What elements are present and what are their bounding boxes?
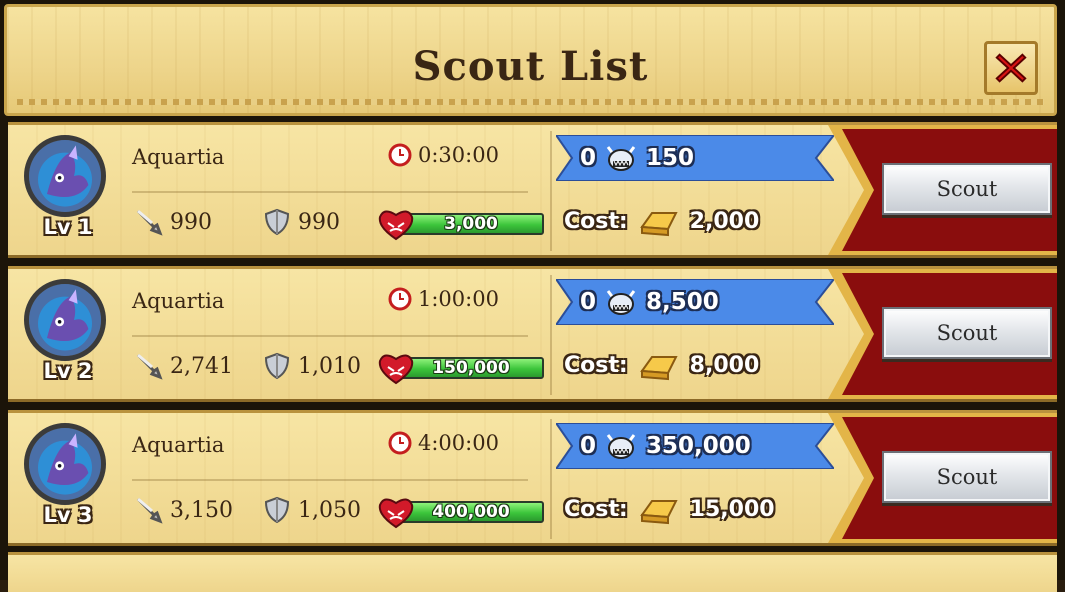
attack-value: 2,741 xyxy=(170,353,233,379)
banner-value: 350,000 xyxy=(646,433,751,459)
cost-display: Cost: 2,000 xyxy=(564,205,759,237)
scout-row-4-partial xyxy=(8,552,1057,592)
timer-value: 1:00:00 xyxy=(418,287,499,311)
reward-banner: 0 350,000 xyxy=(556,423,834,469)
aquartia-portrait-icon xyxy=(29,140,101,212)
monster-skull-icon xyxy=(606,290,636,315)
monster-avatar xyxy=(24,423,106,505)
clock-icon xyxy=(388,287,412,311)
monster-name: Aquartia xyxy=(132,145,225,169)
defense-value: 1,010 xyxy=(298,353,361,379)
heart-icon xyxy=(378,354,414,385)
shield-icon xyxy=(264,496,290,524)
cost-label: Cost: xyxy=(564,208,628,234)
scout-row-3: Lv 3 Aquartia 4:00:00 3,150 1,050 400,00… xyxy=(8,410,1057,546)
timer-value: 0:30:00 xyxy=(418,143,499,167)
cost-value: 2,000 xyxy=(689,208,760,234)
sword-icon xyxy=(136,353,163,380)
clock-icon xyxy=(388,431,412,455)
level-label: Lv 3 xyxy=(43,503,93,527)
gold-bar-icon xyxy=(639,356,678,381)
defense-value: 990 xyxy=(298,209,340,235)
shield-icon xyxy=(264,352,290,380)
monster-avatar xyxy=(24,135,106,217)
gold-bar-icon xyxy=(639,212,678,237)
timer-value: 4:00:00 xyxy=(418,431,499,455)
scout-button[interactable]: Scout xyxy=(882,163,1052,215)
cost-label: Cost: xyxy=(564,496,628,522)
monster-avatar xyxy=(24,279,106,361)
heart-icon xyxy=(378,210,414,241)
cost-label: Cost: xyxy=(564,352,628,378)
aquartia-portrait-icon xyxy=(29,284,101,356)
banner-count: 0 xyxy=(580,145,597,171)
attack-stat: 990 xyxy=(134,207,212,237)
defense-value: 1,050 xyxy=(298,497,361,523)
hp-value: 400,000 xyxy=(432,502,510,522)
close-x-icon xyxy=(995,53,1027,83)
scout-row-1: Lv 1 Aquartia 0:30:00 990 990 3,000 0 15… xyxy=(8,122,1057,258)
window-header: Scout List xyxy=(4,4,1057,116)
hp-bar: 3,000 xyxy=(376,205,546,241)
banner-value: 150 xyxy=(646,145,695,171)
scout-timer: 0:30:00 xyxy=(388,143,499,167)
clock-icon xyxy=(388,143,412,167)
scout-button[interactable]: Scout xyxy=(882,451,1052,503)
banner-count: 0 xyxy=(580,289,597,315)
monster-skull-icon xyxy=(606,434,636,459)
cost-display: Cost: 8,000 xyxy=(564,349,759,381)
page-title: Scout List xyxy=(412,43,649,90)
reward-banner: 0 150 xyxy=(556,135,834,181)
attack-stat: 3,150 xyxy=(134,495,233,525)
scout-timer: 1:00:00 xyxy=(388,287,499,311)
level-label: Lv 2 xyxy=(43,359,93,383)
hp-value: 150,000 xyxy=(432,358,510,378)
heart-icon xyxy=(378,498,414,529)
defense-stat: 1,010 xyxy=(262,351,361,381)
monster-name: Aquartia xyxy=(132,433,225,457)
scout-row-2: Lv 2 Aquartia 1:00:00 2,741 1,010 150,00… xyxy=(8,266,1057,402)
monster-name: Aquartia xyxy=(132,289,225,313)
sword-icon xyxy=(136,497,163,524)
attack-value: 990 xyxy=(170,209,212,235)
cost-value: 8,000 xyxy=(689,352,760,378)
hp-value: 3,000 xyxy=(444,214,498,234)
defense-stat: 990 xyxy=(262,207,340,237)
reward-banner: 0 8,500 xyxy=(556,279,834,325)
cost-display: Cost: 15,000 xyxy=(564,493,775,525)
banner-value: 8,500 xyxy=(646,289,719,315)
scout-button[interactable]: Scout xyxy=(882,307,1052,359)
monster-skull-icon xyxy=(606,146,636,171)
level-label: Lv 1 xyxy=(43,215,93,239)
aquartia-portrait-icon xyxy=(29,428,101,500)
shield-icon xyxy=(264,208,290,236)
defense-stat: 1,050 xyxy=(262,495,361,525)
scout-timer: 4:00:00 xyxy=(388,431,499,455)
scout-list-window: Scout List Lv 1 Aquartia 0:30:00 990 990… xyxy=(0,0,1065,592)
sword-icon xyxy=(136,209,163,236)
hp-bar: 150,000 xyxy=(376,349,546,385)
hp-bar: 400,000 xyxy=(376,493,546,529)
attack-value: 3,150 xyxy=(170,497,233,523)
header-trim xyxy=(17,99,1044,105)
attack-stat: 2,741 xyxy=(134,351,233,381)
banner-count: 0 xyxy=(580,433,597,459)
cost-value: 15,000 xyxy=(689,496,775,522)
gold-bar-icon xyxy=(639,500,678,525)
close-button[interactable] xyxy=(984,41,1038,95)
